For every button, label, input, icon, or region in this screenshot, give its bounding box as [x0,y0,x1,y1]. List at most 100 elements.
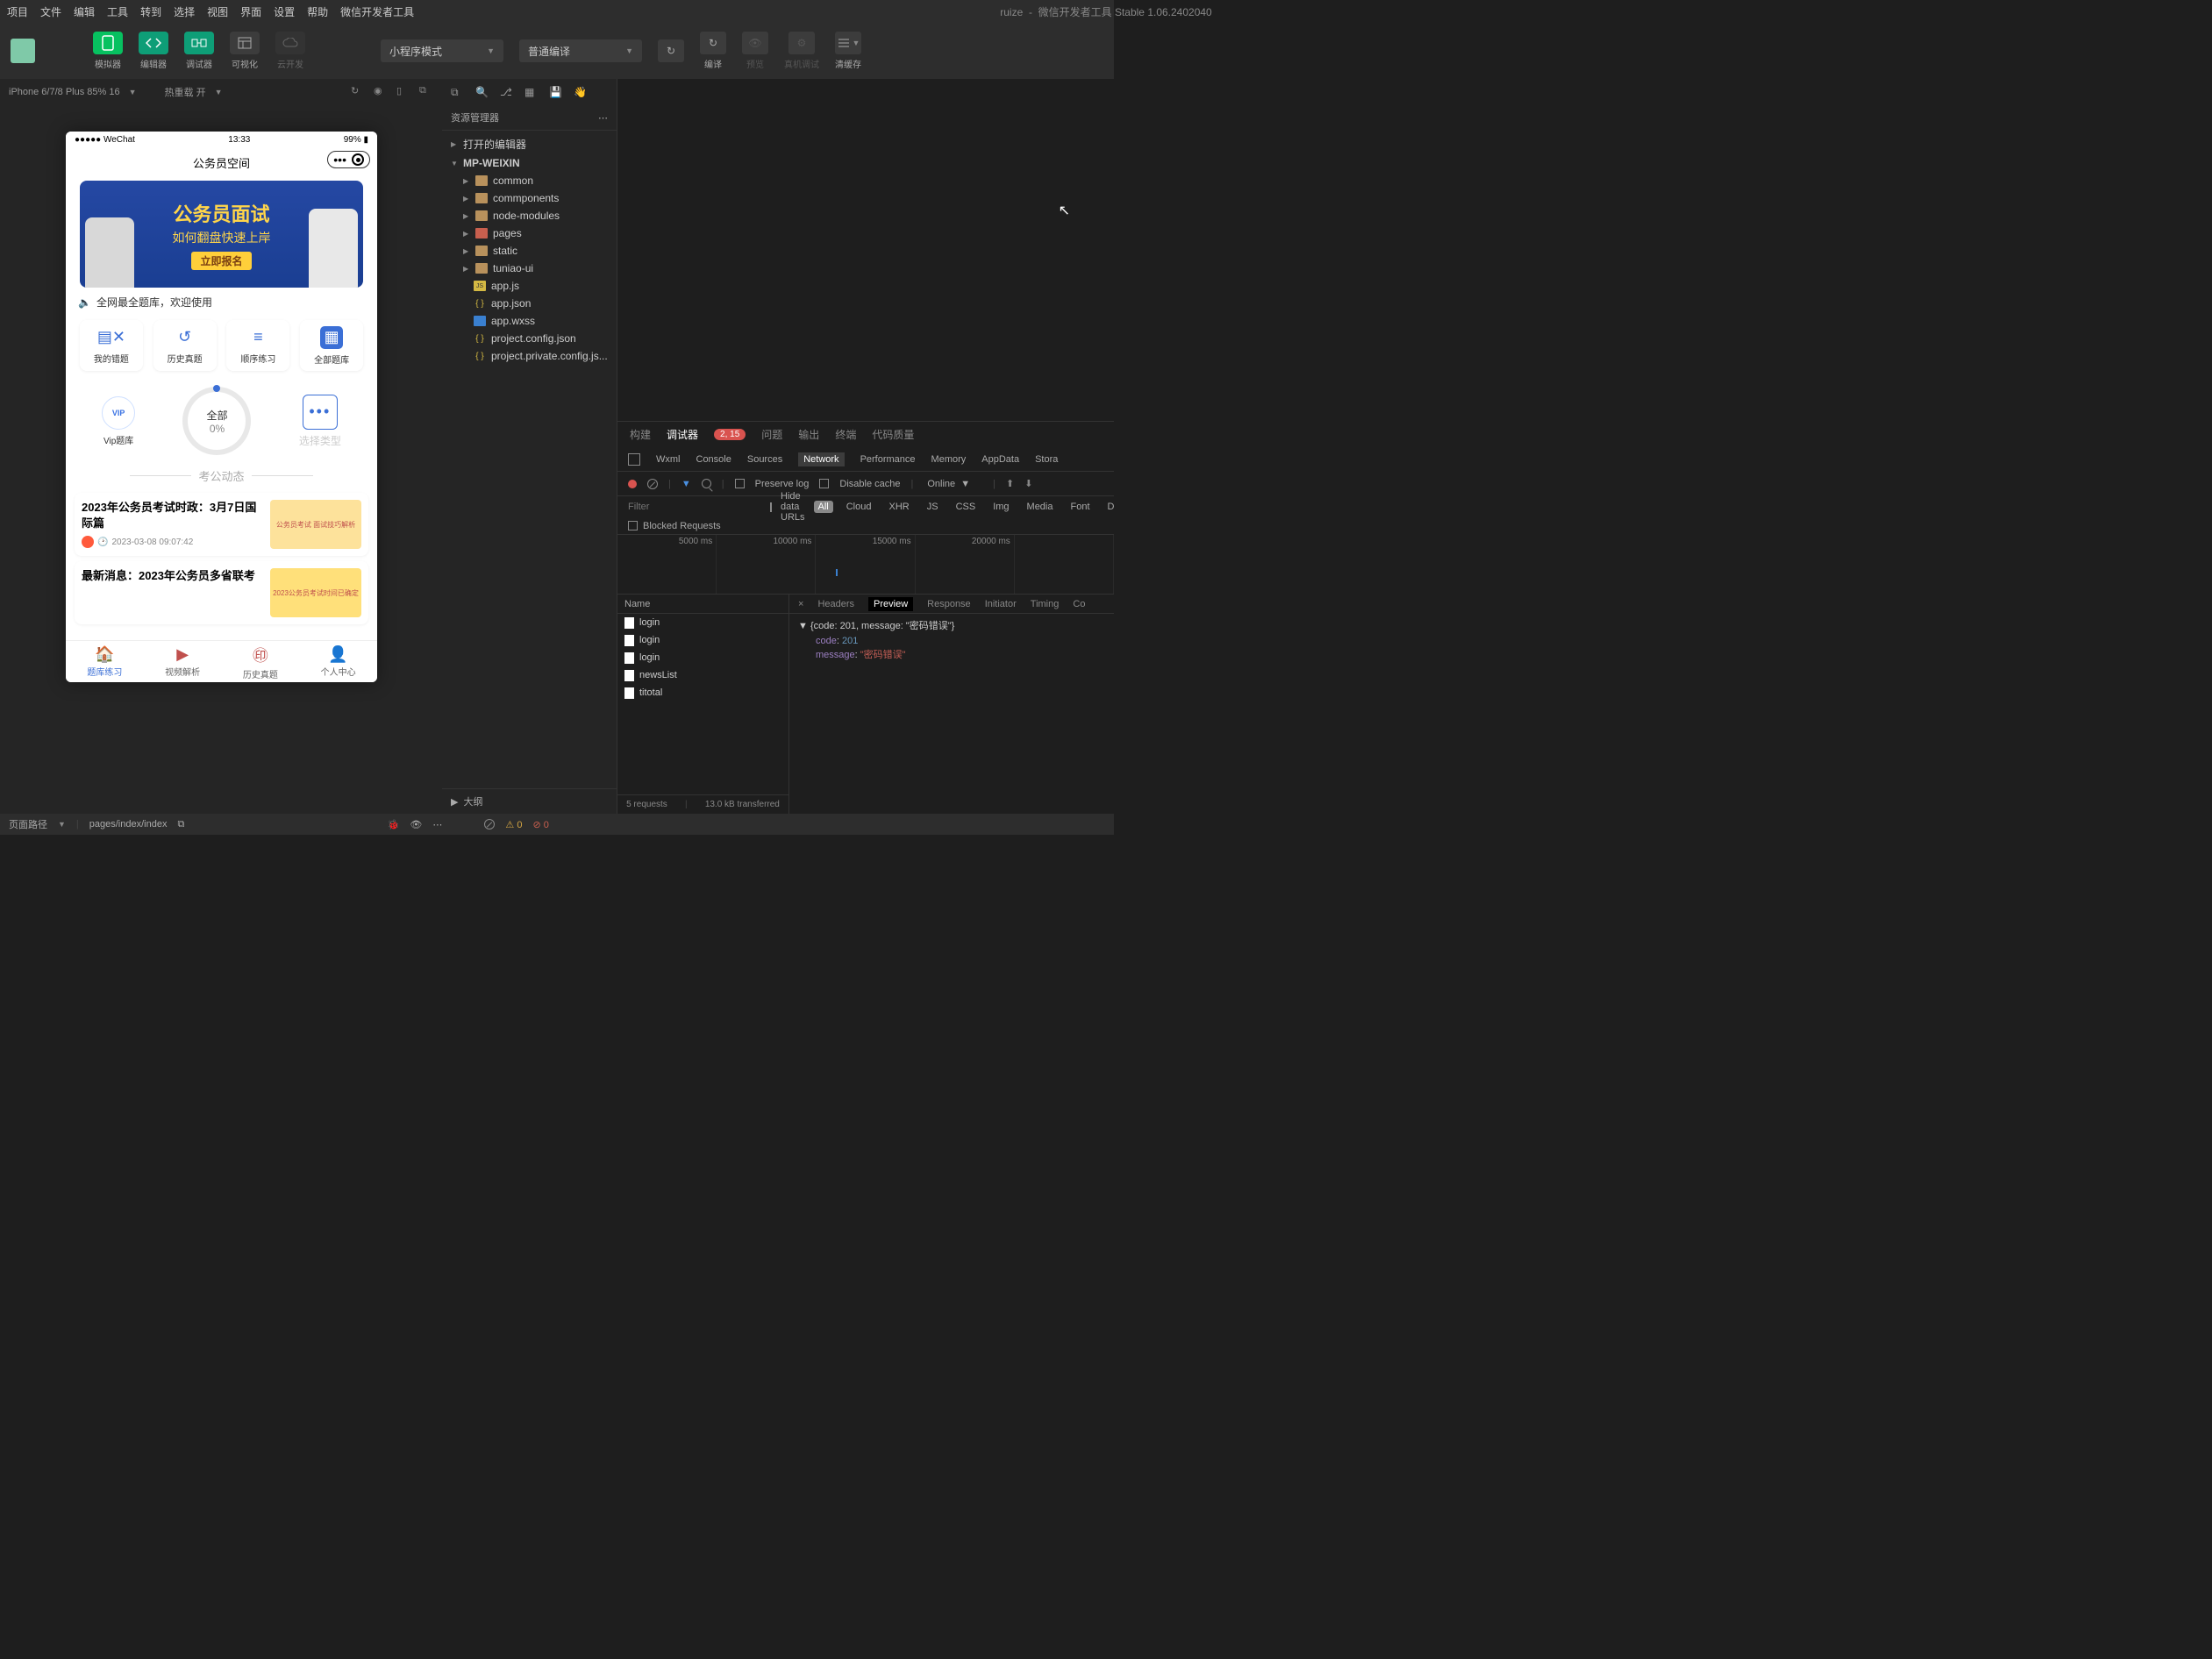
mode-select[interactable]: 小程序模式▼ [381,39,503,62]
menu-select[interactable]: 选择 [174,4,195,19]
panel-sources[interactable]: Sources [747,454,782,465]
menu-help[interactable]: 帮助 [307,4,328,19]
file-projectpriv[interactable]: { }project.private.config.js... [442,347,617,365]
news-card-0[interactable]: 2023年公务员考试时政：3月7日国际篇 🕑2023-03-08 09:07:4… [75,493,368,556]
folder-components[interactable]: ▶commponents [442,189,617,207]
editor-button[interactable] [139,32,168,54]
search-icon[interactable] [702,479,711,488]
dtab-headers[interactable]: Headers [817,599,854,609]
throttle-select[interactable]: Online ▼ [924,479,982,489]
request-row[interactable]: login [617,649,788,666]
route-label[interactable]: 页面路径 [9,817,47,831]
type-img[interactable]: Img [988,501,1013,513]
tile-past[interactable]: ↺历史真题 [153,320,217,371]
file-appjs[interactable]: JSapp.js [442,277,617,295]
menu-goto[interactable]: 转到 [140,4,161,19]
tab-quality[interactable]: 代码质量 [872,427,914,442]
noentry-icon[interactable] [484,819,495,830]
menu-file[interactable]: 文件 [40,4,61,19]
request-row[interactable]: newsList [617,666,788,684]
panel-network[interactable]: Network [798,452,844,466]
close-detail-icon[interactable]: × [798,599,803,609]
request-row[interactable]: login [617,614,788,631]
ext-icon[interactable]: ▦ [524,86,537,98]
filter-input[interactable] [628,502,753,512]
copy-icon[interactable]: ⧉ [177,819,184,830]
progress-ring[interactable]: 全部 0% [182,387,251,455]
response-preview[interactable]: ▼ {code: 201, message: "密码错误"} code: 201… [789,614,1114,668]
simulator-button[interactable] [93,32,123,54]
menu-view[interactable]: 视图 [207,4,228,19]
tab-issues[interactable]: 问题 [761,427,782,442]
dtab-preview[interactable]: Preview [868,597,913,611]
panel-storage[interactable]: Stora [1035,454,1058,465]
capsule-button[interactable]: ••• [327,151,370,168]
type-font[interactable]: Font [1067,501,1095,513]
tab-practice[interactable]: 🏠题库练习 [66,641,144,682]
tab-profile[interactable]: 👤个人中心 [299,641,377,682]
type-media[interactable]: Media [1023,501,1058,513]
menu-tools[interactable]: 工具 [107,4,128,19]
vip-button[interactable]: VIPVip题库 [102,396,135,446]
menu-settings[interactable]: 设置 [274,4,295,19]
bug-icon[interactable]: 🐞 [388,819,400,830]
disable-cache-checkbox[interactable] [819,479,829,488]
file-appjson[interactable]: { }app.json [442,295,617,312]
type-all[interactable]: All [814,501,833,513]
inspect-icon[interactable] [628,453,640,466]
preserve-checkbox[interactable] [735,479,745,488]
clear-cache-button[interactable]: ▼ [835,32,861,54]
dtab-timing[interactable]: Timing [1031,599,1060,609]
refresh-button[interactable]: ↻ [658,39,684,62]
request-row[interactable]: login [617,631,788,649]
panel-appdata[interactable]: AppData [981,454,1019,465]
network-timeline[interactable]: 5000 ms 10000 ms 15000 ms 20000 ms [617,535,1114,595]
filter-icon[interactable]: ▼ [681,479,691,489]
panel-performance[interactable]: Performance [860,454,916,465]
panel-memory[interactable]: Memory [931,454,967,465]
clear-icon[interactable] [647,479,658,489]
banner[interactable]: 公务员面试 如何翻盘快速上岸 立即报名 [80,181,363,288]
folder-tuniao[interactable]: ▶tuniao-ui [442,260,617,277]
popout-icon[interactable]: ⧉ [419,85,433,99]
search-icon[interactable]: 🔍 [475,86,488,98]
type-js[interactable]: JS [923,501,943,513]
type-doc[interactable]: D [1103,501,1119,513]
route-path[interactable]: pages/index/index [89,819,168,830]
news-card-1[interactable]: 最新消息：2023年公务员多省联考 2023公务员考试时间已确定 [75,561,368,624]
preview-button[interactable]: 👁 [742,32,768,54]
file-appwxss[interactable]: app.wxss [442,312,617,330]
file-projectconfig[interactable]: { }project.config.json [442,330,617,347]
root-folder[interactable]: ▼MP-WEIXIN [442,154,617,172]
dtab-response[interactable]: Response [927,599,971,609]
menu-project[interactable]: 项目 [7,4,28,19]
folder-static[interactable]: ▶static [442,242,617,260]
type-xhr[interactable]: XHR [884,501,913,513]
explorer-more-icon[interactable]: ⋯ [598,112,608,124]
panel-console[interactable]: Console [696,454,731,465]
menu-edit[interactable]: 编辑 [74,4,95,19]
branch-icon[interactable]: ⎇ [500,86,512,98]
dtab-initiator[interactable]: Initiator [985,599,1017,609]
remote-button[interactable]: ⚙ [788,32,815,54]
panel-wxml[interactable]: Wxml [656,454,681,465]
upload-icon[interactable]: ⬆ [1006,478,1014,489]
tile-all[interactable]: ▦全部题库 [300,320,363,371]
device-label[interactable]: iPhone 6/7/8 Plus 85% 16 [9,87,120,97]
open-editors[interactable]: ▶打开的编辑器 [442,134,617,154]
cloud-button[interactable] [275,32,305,54]
record-icon[interactable] [628,480,637,488]
type-cloud[interactable]: Cloud [842,501,876,513]
dtab-cookies[interactable]: Co [1073,599,1085,609]
menu-wxdev[interactable]: 微信开发者工具 [340,4,414,19]
menu-ui[interactable]: 界面 [240,4,261,19]
folder-nodemodules[interactable]: ▶node-modules [442,207,617,224]
tab-history[interactable]: ㊞历史真题 [222,641,300,682]
tab-terminal[interactable]: 终端 [835,427,856,442]
error-count[interactable]: ⊘ 0 [532,819,548,830]
files-icon[interactable]: ⧉ [451,86,463,98]
device-icon[interactable]: ▯ [396,85,410,99]
compile-button[interactable]: ↻ [700,32,726,54]
tab-build[interactable]: 构建 [630,427,651,442]
tab-video[interactable]: ▶视频解析 [144,641,222,682]
